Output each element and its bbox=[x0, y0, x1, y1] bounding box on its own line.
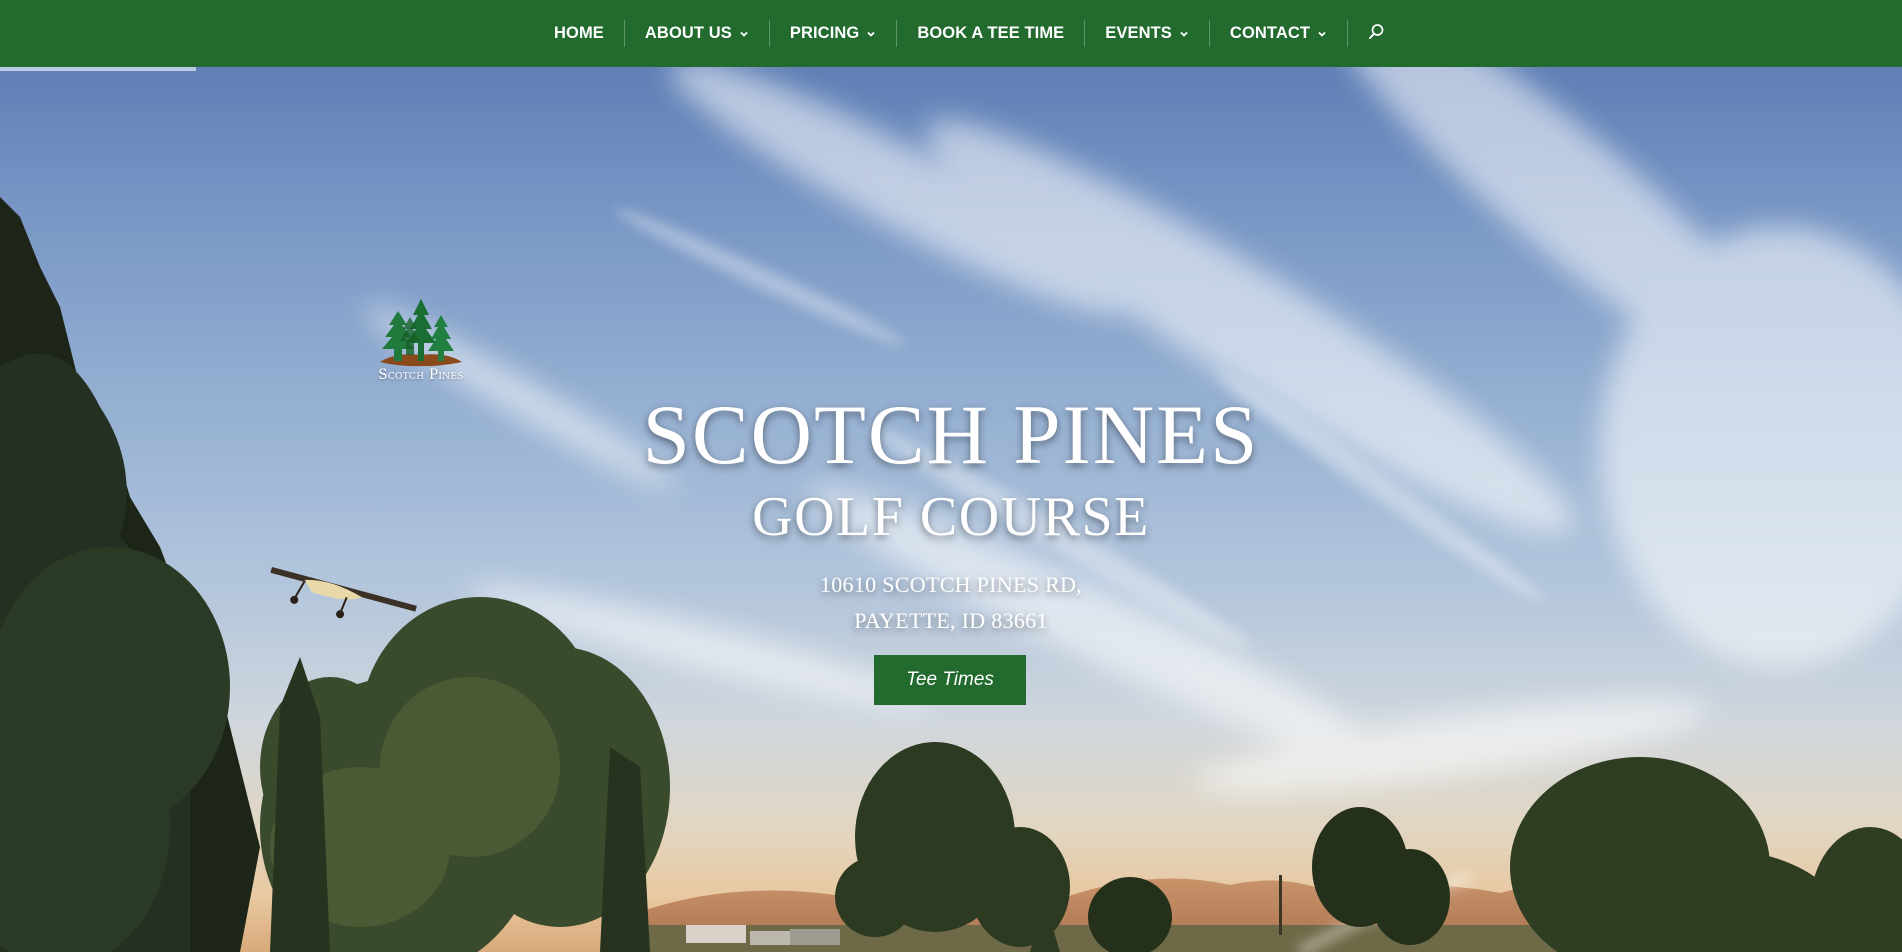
chevron-down-icon bbox=[1179, 29, 1189, 39]
nav-item-label: EVENTS bbox=[1105, 24, 1172, 42]
nav-item-events[interactable]: EVENTS bbox=[1084, 20, 1209, 47]
hero-section: Scotch Pines SCOTCH PINES GOLF COURSE 10… bbox=[0, 67, 1902, 952]
chevron-down-icon bbox=[739, 29, 749, 39]
top-navigation: HOME ABOUT US PRICING BOOK A TEE TIME EV… bbox=[0, 0, 1902, 67]
search-button[interactable] bbox=[1347, 20, 1405, 47]
nav-item-label: BOOK A TEE TIME bbox=[917, 24, 1065, 42]
pine-trees-logo-icon bbox=[380, 299, 462, 367]
chevron-down-icon bbox=[866, 29, 876, 39]
hero-subtitle: GOLF COURSE bbox=[752, 486, 1150, 548]
nav-item-label: ABOUT US bbox=[644, 24, 732, 42]
logo-text: Scotch Pines bbox=[378, 367, 464, 383]
nav-item-label: CONTACT bbox=[1229, 24, 1311, 42]
search-icon bbox=[1368, 23, 1385, 45]
nav-item-pricing[interactable]: PRICING bbox=[768, 20, 896, 47]
nav-item-label: HOME bbox=[554, 24, 604, 42]
chevron-down-icon bbox=[1317, 29, 1327, 39]
nav-item-about-us[interactable]: ABOUT US bbox=[623, 20, 769, 47]
airplane bbox=[270, 567, 417, 619]
nav-item-contact[interactable]: CONTACT bbox=[1208, 20, 1347, 47]
address-line-1: 10610 SCOTCH PINES RD, bbox=[819, 572, 1083, 597]
nav-item-book-a-tee-time[interactable]: BOOK A TEE TIME bbox=[896, 20, 1084, 47]
address-line-2: PAYETTE, ID 83661 bbox=[854, 608, 1048, 633]
tee-times-button[interactable]: Tee Times bbox=[874, 655, 1026, 705]
hero-heading-block: SCOTCH PINES GOLF COURSE 10610 SCOTCH PI… bbox=[551, 385, 1351, 639]
nav-item-home[interactable]: HOME bbox=[534, 20, 624, 47]
nav-item-label: PRICING bbox=[789, 24, 860, 42]
main-menu: HOME ABOUT US PRICING BOOK A TEE TIME EV… bbox=[534, 0, 1405, 67]
hero-title: SCOTCH PINES bbox=[642, 388, 1260, 482]
hero-address: 10610 SCOTCH PINES RD, PAYETTE, ID 83661 bbox=[551, 567, 1351, 639]
scroll-progress-bar bbox=[0, 67, 196, 71]
